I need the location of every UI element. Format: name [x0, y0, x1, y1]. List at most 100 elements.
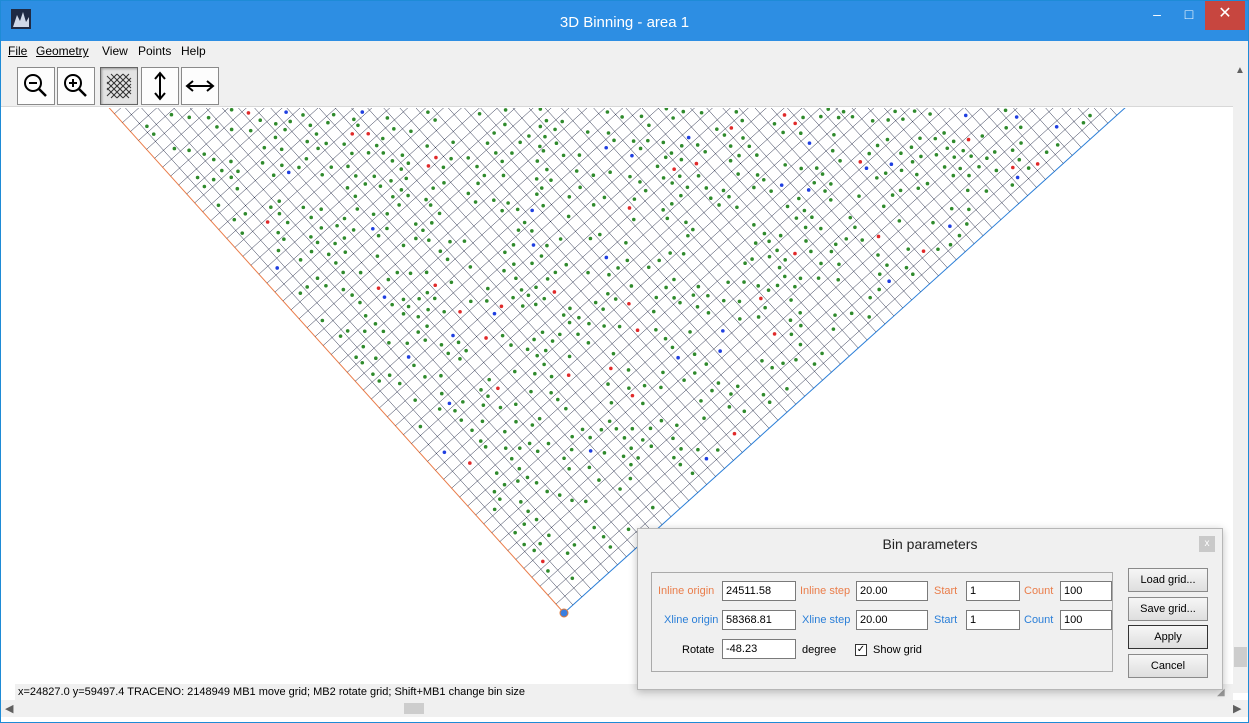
- trace-point: [820, 172, 825, 176]
- trace-point: [534, 480, 539, 485]
- trace-point: [297, 165, 301, 170]
- trace-point: [570, 434, 574, 439]
- trace-point: [316, 146, 320, 151]
- trace-point: [514, 419, 518, 424]
- save-grid-button[interactable]: Save grid...: [1128, 597, 1208, 621]
- trace-point: [547, 533, 551, 538]
- trace-point: [641, 401, 645, 406]
- trace-point: [912, 109, 917, 113]
- vertical-scrollbar[interactable]: ▲: [1233, 61, 1248, 693]
- trace-point: [965, 222, 969, 226]
- load-grid-button[interactable]: Load grid...: [1128, 568, 1208, 592]
- maximize-button[interactable]: □: [1173, 1, 1205, 30]
- xline-start-input[interactable]: 1: [966, 610, 1020, 630]
- trace-point: [604, 145, 608, 150]
- vertical-scale-button[interactable]: [141, 67, 179, 105]
- xline-origin-input[interactable]: 58368.81: [722, 610, 796, 630]
- trace-point: [482, 173, 487, 178]
- trace-point: [530, 423, 535, 427]
- grid-mode-button[interactable]: [100, 67, 138, 105]
- inline-origin-input[interactable]: 24511.58: [722, 581, 796, 601]
- trace-point: [416, 330, 421, 334]
- trace-point: [561, 153, 566, 158]
- grid-line: [431, 108, 743, 453]
- trace-point: [545, 243, 549, 248]
- cancel-button[interactable]: Cancel: [1128, 654, 1208, 678]
- menu-points[interactable]: Points: [138, 44, 171, 58]
- grid-line: [427, 108, 821, 462]
- trace-point: [277, 199, 282, 203]
- vertical-scroll-thumb[interactable]: [1234, 647, 1247, 667]
- xline-count-input[interactable]: 100: [1060, 610, 1112, 630]
- zoom-in-button[interactable]: [57, 67, 95, 105]
- trace-point: [798, 276, 803, 281]
- trace-point: [681, 109, 686, 114]
- title-bar[interactable]: 3D Binning - area 1 – □ ✕: [1, 1, 1248, 41]
- trace-point: [484, 299, 489, 303]
- grid-line: [531, 108, 1054, 578]
- trace-point: [727, 405, 732, 409]
- trace-point: [598, 232, 602, 237]
- horizontal-scroll-thumb[interactable]: [404, 703, 424, 714]
- trace-point: [298, 258, 303, 262]
- trace-point: [525, 475, 530, 480]
- trace-point: [599, 427, 604, 432]
- trace-point: [586, 270, 590, 275]
- trace-point: [661, 370, 665, 375]
- trace-point: [1026, 166, 1031, 170]
- trace-point: [741, 136, 745, 140]
- trace-point: [906, 247, 911, 251]
- trace-point: [659, 385, 663, 390]
- scroll-right-icon[interactable]: ▶: [1233, 702, 1241, 715]
- trace-point: [549, 178, 553, 182]
- trace-point: [789, 332, 794, 337]
- trace-point: [715, 448, 720, 452]
- horizontal-scrollbar[interactable]: ◀ ▶: [1, 700, 1248, 717]
- grid-line: [157, 108, 591, 590]
- grid-line: [266, 108, 462, 284]
- menu-view[interactable]: View: [102, 44, 128, 58]
- dialog-close-icon[interactable]: x: [1199, 536, 1215, 552]
- apply-button[interactable]: Apply: [1128, 625, 1208, 649]
- grid-line: [443, 108, 857, 480]
- rotate-input[interactable]: -48.23: [722, 639, 796, 659]
- menu-geometry[interactable]: Geometry: [36, 44, 89, 58]
- trace-point: [819, 226, 823, 231]
- inline-start-input[interactable]: 1: [966, 581, 1020, 601]
- scroll-up-icon[interactable]: ▲: [1235, 65, 1245, 76]
- trace-point: [588, 236, 593, 241]
- inline-count-input[interactable]: 100: [1060, 581, 1112, 601]
- trace-point: [519, 500, 523, 504]
- trace-point: [781, 130, 785, 135]
- trace-point: [684, 220, 688, 225]
- trace-point: [663, 336, 668, 341]
- trace-point: [717, 203, 721, 207]
- trace-point: [918, 136, 922, 141]
- show-grid-checkbox[interactable]: ✓: [855, 644, 867, 656]
- horizontal-scale-button[interactable]: [181, 67, 219, 105]
- trace-point: [509, 456, 514, 461]
- trace-point: [535, 353, 539, 358]
- trace-point: [549, 374, 554, 379]
- trace-point: [335, 223, 339, 228]
- menu-file[interactable]: File: [8, 44, 27, 58]
- grid-line: [883, 108, 993, 228]
- trace-point: [426, 110, 430, 114]
- zoom-out-button[interactable]: [17, 67, 55, 105]
- grid-line: [194, 108, 301, 204]
- inline-step-input[interactable]: 20.00: [856, 581, 928, 601]
- trace-point: [665, 216, 670, 221]
- trace-point: [433, 283, 438, 288]
- trace-point: [672, 296, 676, 300]
- menu-help[interactable]: Help: [181, 44, 206, 58]
- trace-point: [670, 345, 675, 350]
- trace-point: [425, 324, 429, 328]
- trace-point: [958, 166, 963, 171]
- scroll-left-icon[interactable]: ◀: [5, 702, 13, 715]
- minimize-button[interactable]: –: [1141, 1, 1173, 30]
- trace-point: [468, 299, 473, 304]
- xline-step-input[interactable]: 20.00: [856, 610, 928, 630]
- grid-origin-handle[interactable]: [559, 608, 569, 618]
- close-button[interactable]: ✕: [1205, 1, 1245, 30]
- trace-point: [301, 113, 305, 117]
